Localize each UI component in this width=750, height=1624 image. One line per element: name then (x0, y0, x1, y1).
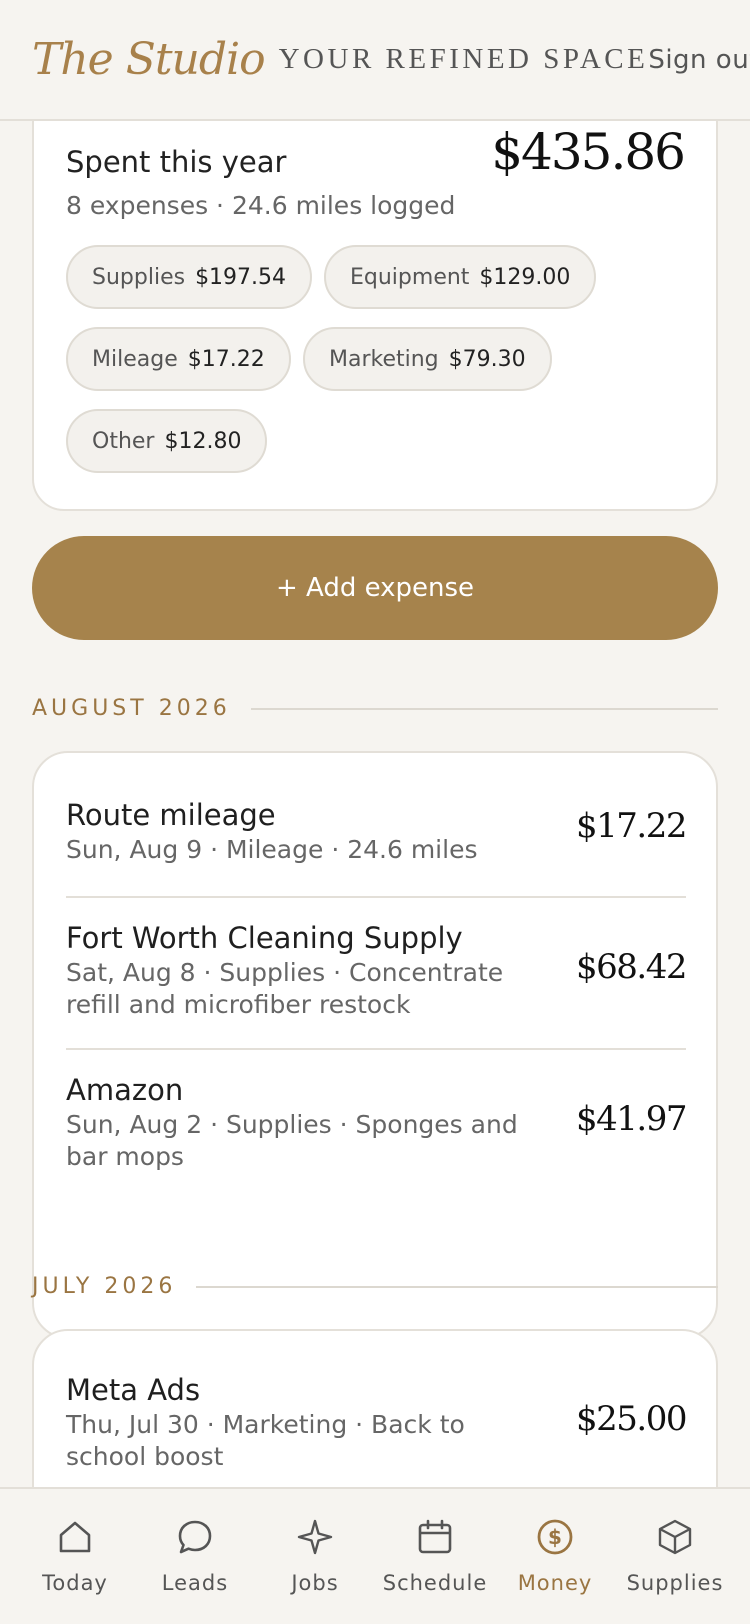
brand-logo[interactable]: The Studio (32, 34, 266, 85)
section-divider (196, 1285, 718, 1288)
tab-schedule[interactable]: Schedule (375, 1517, 495, 1595)
expense-amount: $68.42 (576, 947, 687, 987)
expense-list-july: Meta Ads Thu, Jul 30 · Marketing · Back … (32, 1329, 718, 1487)
section-heading: AUGUST 2026 (32, 696, 231, 721)
expense-meta: Sun, Aug 9 · Mileage · 24.6 miles (66, 835, 478, 864)
tab-label: Money (517, 1571, 593, 1595)
tab-label: Supplies (626, 1571, 724, 1595)
section-divider (250, 707, 718, 710)
chip-amount: $197.54 (195, 264, 287, 290)
expense-list-august: Route mileage Sun, Aug 9 · Mileage · 24.… (32, 751, 718, 1339)
category-chip-equipment[interactable]: Equipment $129.00 (324, 245, 597, 309)
home-icon (59, 1521, 91, 1553)
expense-meta: Sun, Aug 2 · Supplies · Sponges and bar … (66, 1110, 518, 1171)
category-chip-mileage[interactable]: Mileage $17.22 (66, 327, 291, 391)
tab-label: Jobs (291, 1571, 339, 1595)
tab-today[interactable]: Today (15, 1517, 135, 1595)
category-chip-other[interactable]: Other $12.80 (66, 409, 268, 473)
chat-bubble-icon (178, 1520, 212, 1554)
chip-name: Equipment (350, 264, 470, 290)
chip-name: Supplies (92, 264, 186, 290)
expense-meta: Thu, Jul 30 · Marketing · Back to school… (66, 1410, 465, 1471)
app-header: The Studio YOUR REFINED SPACE Sign out (0, 0, 750, 121)
summary-subtitle: 8 expenses · 24.6 miles logged (66, 191, 456, 220)
expense-amount: $25.00 (576, 1399, 687, 1439)
year-summary-card: Spent this year $435.86 8 expenses · 24.… (32, 121, 718, 511)
tab-jobs[interactable]: Jobs (255, 1517, 375, 1595)
expense-amount: $17.22 (576, 806, 687, 846)
category-chip-marketing[interactable]: Marketing $79.30 (303, 327, 552, 391)
tab-supplies[interactable]: Supplies (615, 1517, 735, 1595)
summary-title: Spent this year (66, 145, 287, 179)
tab-label: Schedule (382, 1571, 488, 1595)
chip-name: Mileage (92, 346, 178, 372)
svg-text:$: $ (548, 1525, 562, 1549)
section-heading: JULY 2026 (32, 1274, 177, 1299)
chip-amount: $79.30 (448, 346, 526, 372)
calendar-icon (418, 1519, 452, 1554)
expense-meta: Sat, Aug 8 · Supplies · Concentrate refi… (66, 958, 504, 1019)
tab-label: Today (42, 1571, 108, 1595)
section-header-july: JULY 2026 (32, 1274, 718, 1299)
chip-amount: $129.00 (479, 264, 571, 290)
chip-name: Marketing (329, 346, 439, 372)
expense-row[interactable]: Fort Worth Cleaning Supply Sat, Aug 8 · … (66, 921, 687, 1021)
sparkle-icon (297, 1519, 333, 1555)
section-header-august: AUGUST 2026 (32, 696, 718, 721)
bottom-tab-bar: Today Leads Jobs Schedule $ Money Suppli… (0, 1487, 750, 1624)
tab-label: Leads (161, 1571, 229, 1595)
summary-total: $435.86 (491, 123, 686, 181)
box-icon (658, 1519, 692, 1555)
chip-name: Other (92, 428, 155, 454)
dollar-circle-icon: $ (537, 1519, 573, 1555)
expense-row[interactable]: Meta Ads Thu, Jul 30 · Marketing · Back … (66, 1373, 687, 1473)
expense-row[interactable]: Route mileage Sun, Aug 9 · Mileage · 24.… (66, 798, 687, 866)
money-content[interactable]: Spent this year $435.86 8 expenses · 24.… (0, 121, 750, 1487)
brand-tagline: YOUR REFINED SPACE (278, 43, 649, 75)
category-chip-supplies[interactable]: Supplies $197.54 (66, 245, 313, 309)
sign-out-button[interactable]: Sign out (648, 45, 750, 75)
expense-row[interactable]: Amazon Sun, Aug 2 · Supplies · Sponges a… (66, 1073, 687, 1173)
row-divider (66, 896, 686, 898)
row-divider (66, 1048, 686, 1050)
chip-amount: $12.80 (164, 428, 242, 454)
chip-amount: $17.22 (187, 346, 265, 372)
tab-leads[interactable]: Leads (135, 1517, 255, 1595)
expense-amount: $41.97 (576, 1099, 687, 1139)
add-expense-button[interactable]: + Add expense (32, 536, 718, 640)
tab-money[interactable]: $ Money (495, 1517, 615, 1595)
